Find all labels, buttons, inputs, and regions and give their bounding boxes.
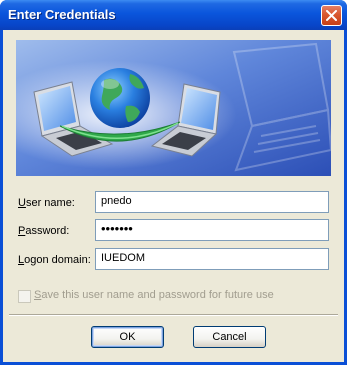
banner-image (16, 40, 331, 176)
save-credentials-label: Save this user name and password for fut… (34, 289, 274, 301)
close-icon (326, 10, 337, 21)
username-value: pnedo (101, 195, 132, 207)
close-button[interactable] (321, 5, 342, 26)
dialog-body: User name: pnedo Password: ••••••• Logon… (3, 30, 344, 362)
separator (9, 314, 338, 316)
network-globe-laptops-illustration (16, 40, 331, 176)
logon-domain-field[interactable]: IUEDOM (95, 248, 329, 270)
title-bar[interactable]: Enter Credentials (0, 0, 347, 30)
ok-button[interactable]: OK (91, 326, 164, 348)
password-value: ••••••• (101, 221, 133, 236)
cancel-button[interactable]: Cancel (193, 326, 266, 348)
username-label: User name: (18, 197, 75, 209)
save-credentials-checkbox[interactable] (18, 290, 31, 303)
window-title: Enter Credentials (8, 7, 116, 22)
password-field[interactable]: ••••••• (95, 219, 329, 241)
password-label: Password: (18, 225, 70, 237)
logon-domain-value: IUEDOM (101, 252, 145, 264)
logon-domain-label: Logon domain: (18, 254, 91, 266)
credentials-dialog: Enter Credentials User name: pnedo Passw… (0, 0, 347, 365)
username-field[interactable]: pnedo (95, 191, 329, 213)
